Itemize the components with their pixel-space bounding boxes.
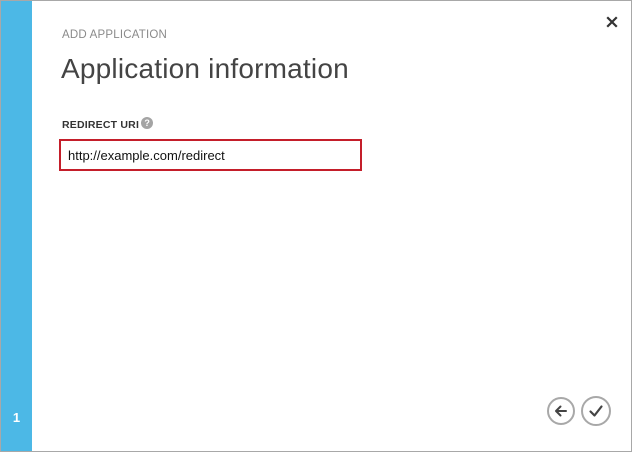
- arrow-left-icon: [555, 405, 567, 417]
- checkmark-icon: [589, 405, 603, 417]
- redirect-uri-label: REDIRECT URI: [62, 119, 140, 131]
- back-button[interactable]: [547, 397, 575, 425]
- redirect-uri-label-row: REDIRECT URI ?: [62, 116, 154, 131]
- add-application-dialog: 1 ADD APPLICATION Application informatio…: [0, 0, 632, 452]
- redirect-uri-input[interactable]: [59, 139, 362, 171]
- close-button[interactable]: [605, 15, 619, 29]
- help-icon[interactable]: ?: [141, 116, 154, 129]
- wizard-step-bar: 1: [1, 1, 32, 451]
- close-icon: [606, 16, 618, 28]
- dialog-header-label: ADD APPLICATION: [62, 29, 168, 41]
- step-number: 1: [12, 410, 21, 425]
- page-title: Application information: [61, 53, 349, 84]
- complete-button[interactable]: [581, 396, 611, 426]
